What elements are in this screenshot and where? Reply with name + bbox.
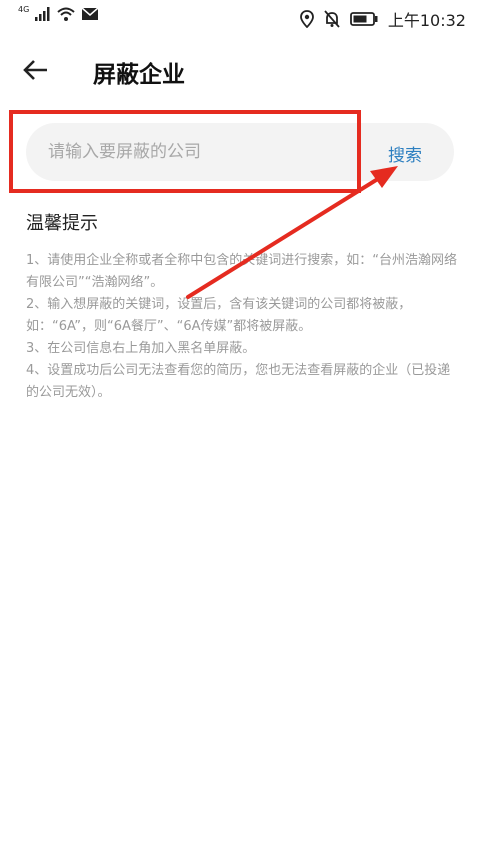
- location-icon: [299, 10, 314, 28]
- search-button[interactable]: 搜索: [388, 141, 422, 166]
- tip-item: 4、设置成功后公司无法查看您的简历，您也无法查看屏蔽的企业（已投递的公司无效）。: [26, 363, 451, 400]
- status-left: 4G: [18, 4, 99, 21]
- header: 屏蔽企业: [0, 44, 480, 96]
- signal-icon: [35, 7, 50, 21]
- mute-bell-icon: [324, 10, 340, 28]
- tips-list: 1、请使用企业全称或者全称中包含的关键词进行搜索，如：“台州浩瀚网络有限公司”“…: [26, 250, 458, 404]
- mail-icon: [81, 7, 99, 20]
- tip-item: 2、输入想屏蔽的关键词，设置后，含有该关键词的公司都将被蔽，如：“6A”，则“6…: [26, 297, 412, 334]
- arrow-left-icon: [23, 60, 47, 80]
- status-bar: 4G 上午10:32: [0, 0, 480, 34]
- tips-title: 温馨提示: [26, 213, 98, 234]
- highlight-box-annotation: [9, 110, 361, 193]
- tip-item: 3、在公司信息右上角加入黑名单屏蔽。: [26, 341, 256, 356]
- wifi-icon: [57, 7, 75, 21]
- status-time: 上午10:32: [387, 11, 466, 30]
- page-title: 屏蔽企业: [93, 62, 185, 88]
- tip-item: 1、请使用企业全称或者全称中包含的关键词进行搜索，如：“台州浩瀚网络有限公司”“…: [26, 253, 458, 290]
- battery-icon: [349, 12, 378, 26]
- network-type-label: 4G: [18, 4, 30, 14]
- status-right: 上午10:32: [299, 7, 466, 31]
- back-button[interactable]: [20, 54, 52, 86]
